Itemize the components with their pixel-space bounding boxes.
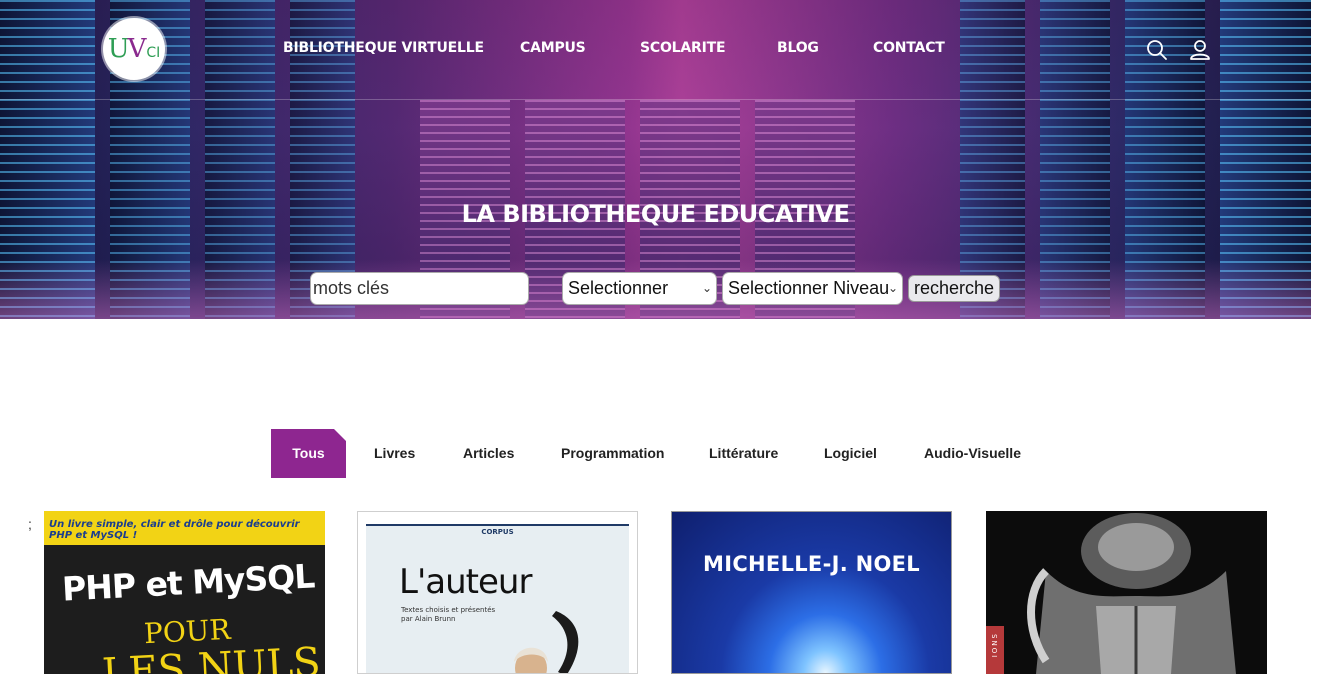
tab-tous[interactable]: Tous <box>271 429 346 478</box>
book-cover-michelle-noel[interactable]: MICHELLE-J. NOEL <box>671 511 952 674</box>
book-cover-dark-portrait[interactable]: IONS <box>986 511 1267 674</box>
portrait-quill-illustration <box>514 611 579 673</box>
tab-programmation[interactable]: Programmation <box>561 429 664 478</box>
category-select-value: Selectionner <box>568 278 669 298</box>
level-select-value: Selectionner Niveau <box>728 278 890 298</box>
book-cover-php-mysql[interactable]: Un livre simple, clair et drôle pour déc… <box>44 511 325 674</box>
nav-campus[interactable]: CAMPUS <box>520 40 586 56</box>
book-banner: Un livre simple, clair et drôle pour déc… <box>44 511 325 545</box>
book-title: L'auteur <box>399 562 532 602</box>
category-select[interactable]: Selectionner ⌄ <box>562 272 717 305</box>
chevron-down-icon: ⌄ <box>887 281 898 295</box>
search-icon[interactable] <box>1145 38 1169 62</box>
book-subtitle-line2: par Alain Brunn <box>401 615 456 623</box>
nav-contact[interactable]: CONTACT <box>873 40 945 56</box>
book-series: LES NULS <box>100 639 322 674</box>
book-spine-strip: IONS <box>986 626 1004 674</box>
main-nav: BIBLIOTHEQUE VIRTUELLE CAMPUS SCOLARITE … <box>0 40 1311 60</box>
search-button[interactable]: recherche <box>908 275 1000 302</box>
hero-title: LA BIBLIOTHEQUE EDUCATIVE <box>461 200 850 228</box>
tab-audio-visuelle[interactable]: Audio-Visuelle <box>924 429 1021 478</box>
book-spine-text: IONS <box>991 632 999 658</box>
tab-logiciel[interactable]: Logiciel <box>824 429 877 478</box>
tab-livres[interactable]: Livres <box>374 429 415 478</box>
keyword-search-input[interactable]: mots clés <box>310 272 529 305</box>
book-author: MICHELLE-J. NOEL <box>703 552 920 576</box>
tab-articles[interactable]: Articles <box>463 429 514 478</box>
nav-scolarite[interactable]: SCOLARITE <box>640 40 726 56</box>
nav-bibliotheque-virtuelle[interactable]: BIBLIOTHEQUE VIRTUELLE <box>283 40 484 56</box>
stray-text: ; <box>28 516 32 532</box>
book-subtitle-line1: Textes choisis et présentés <box>401 606 496 614</box>
book-title: PHP et MySQL <box>61 556 316 609</box>
nav-blog[interactable]: BLOG <box>777 40 819 56</box>
book-cover-lauteur[interactable]: CORPUS L'auteur Textes choisis et présen… <box>357 511 638 674</box>
book-banner-text: Un livre simple, clair et drôle pour déc… <box>49 519 300 541</box>
tab-litterature[interactable]: Littérature <box>709 429 778 478</box>
header-divider <box>0 99 1311 100</box>
book-publisher: CORPUS <box>481 528 514 536</box>
chevron-down-icon: ⌄ <box>701 281 712 295</box>
book-subtitle: Textes choisis et présentés par Alain Br… <box>401 606 495 624</box>
user-icon[interactable] <box>1188 38 1212 62</box>
book-cover-panel: CORPUS L'auteur Textes choisis et présen… <box>366 524 629 673</box>
level-select[interactable]: Selectionner Niveau ⌄ <box>722 272 903 305</box>
portrait-illustration <box>1027 513 1236 674</box>
